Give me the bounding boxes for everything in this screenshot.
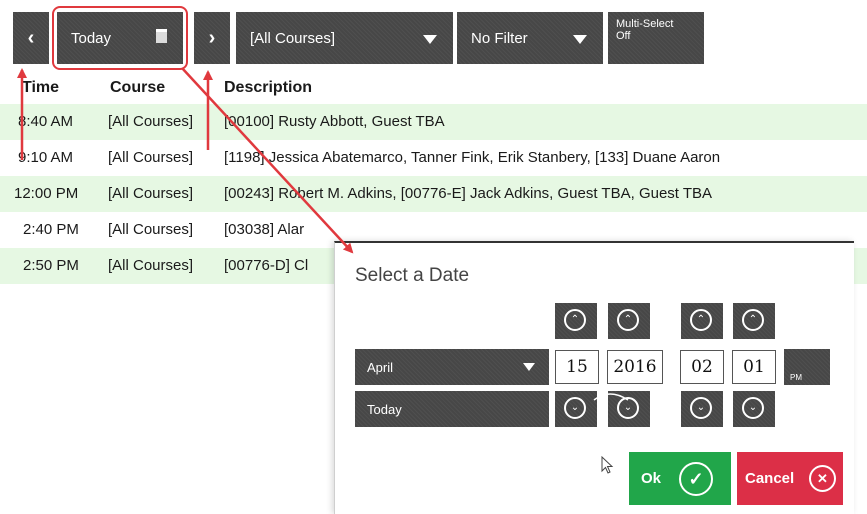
chevron-down-icon: ⌄: [617, 397, 639, 419]
multi-select-toggle[interactable]: Multi-Select Off: [608, 12, 704, 64]
filter-select-value: No Filter: [471, 30, 528, 47]
chevron-up-icon: ⌃: [690, 309, 712, 331]
cancel-button[interactable]: Cancel ✕: [737, 452, 843, 505]
chevron-up-icon: ⌃: [742, 309, 764, 331]
quick-date-select-value: Today: [367, 402, 402, 417]
month-select-value: April: [367, 360, 394, 375]
ok-label: Ok: [641, 470, 662, 487]
cancel-label: Cancel: [745, 470, 795, 487]
next-day-button[interactable]: ›: [194, 12, 230, 64]
day-up-button[interactable]: ⌃: [555, 303, 597, 339]
chevron-down-icon: [573, 35, 587, 44]
row-course: [All Courses]: [108, 221, 194, 238]
year-up-button[interactable]: ⌃: [608, 303, 650, 339]
year-down-button[interactable]: ⌄: [608, 391, 650, 427]
previous-day-button[interactable]: ‹: [13, 12, 49, 64]
day-down-button[interactable]: ⌄: [555, 391, 597, 427]
row-course: [All Courses]: [108, 257, 194, 274]
table-row[interactable]: 9:10 AM [All Courses] [1198] Jessica Aba…: [0, 140, 867, 176]
chevron-down-icon: [423, 35, 437, 44]
row-description: [00776-D] Cl: [224, 257, 309, 274]
column-header-time: Time: [22, 79, 60, 96]
row-time: 12:00 PM: [14, 185, 79, 202]
table-row[interactable]: 12:00 PM [All Courses] [00243] Robert M.…: [0, 176, 867, 212]
hour-down-button[interactable]: ⌄: [681, 391, 723, 427]
multi-select-label: Multi-Select: [616, 18, 674, 30]
row-course: [All Courses]: [108, 149, 194, 166]
row-description: [1198] Jessica Abatemarco, Tanner Fink, …: [224, 149, 721, 166]
row-time: 9:10 AM: [18, 149, 74, 166]
column-header-description: Description: [224, 79, 313, 96]
hour-up-button[interactable]: ⌃: [681, 303, 723, 339]
year-field[interactable]: 2016: [607, 350, 663, 384]
row-time: 8:40 AM: [18, 113, 74, 130]
chevron-right-icon: ›: [208, 26, 216, 49]
toolbar: ‹ Today › [All Courses] No Filter Multi-…: [0, 0, 867, 70]
minute-down-button[interactable]: ⌄: [733, 391, 775, 427]
minute-up-button[interactable]: ⌃: [733, 303, 775, 339]
ampm-toggle[interactable]: PM: [784, 349, 830, 385]
hour-field[interactable]: 02: [680, 350, 724, 384]
month-select[interactable]: April: [355, 349, 549, 385]
chevron-down-icon: ⌄: [742, 397, 764, 419]
course-select[interactable]: [All Courses]: [236, 12, 453, 64]
check-icon: ✓: [679, 462, 713, 496]
column-header-course: Course: [110, 79, 166, 96]
table-row[interactable]: 8:40 AM [All Courses] [00100] Rusty Abbo…: [0, 104, 867, 140]
chevron-up-icon: ⌃: [617, 309, 639, 331]
filter-select[interactable]: No Filter: [457, 12, 603, 64]
day-field[interactable]: 15: [555, 350, 599, 384]
row-time: 2:40 PM: [23, 221, 79, 238]
minute-field[interactable]: 01: [732, 350, 776, 384]
chevron-down-icon: [523, 363, 535, 371]
select-date-dialog: Select a Date ⌃ ⌃ ⌃ ⌃ April 15 2016 02 0…: [334, 241, 854, 514]
annotation-highlight-box: [52, 6, 188, 70]
multi-select-state: Off: [616, 30, 631, 42]
course-select-value: [All Courses]: [250, 30, 336, 47]
row-description: [03038] Alar: [224, 221, 305, 238]
chevron-down-icon: ⌄: [564, 397, 586, 419]
quick-date-select[interactable]: Today: [355, 391, 549, 427]
chevron-left-icon: ‹: [27, 26, 35, 49]
ok-button[interactable]: Ok ✓: [629, 452, 731, 505]
close-icon: ✕: [809, 465, 836, 492]
row-course: [All Courses]: [108, 185, 194, 202]
chevron-up-icon: ⌃: [564, 309, 586, 331]
chevron-down-icon: ⌄: [690, 397, 712, 419]
dialog-title: Select a Date: [355, 265, 470, 286]
row-course: [All Courses]: [108, 113, 194, 130]
schedule-header: Time Course Description: [0, 74, 867, 104]
row-description: [00100] Rusty Abbott, Guest TBA: [224, 113, 445, 130]
ampm-label: PM: [790, 373, 802, 382]
row-description: [00243] Robert M. Adkins, [00776-E] Jack…: [224, 185, 713, 202]
row-time: 2:50 PM: [23, 257, 79, 274]
